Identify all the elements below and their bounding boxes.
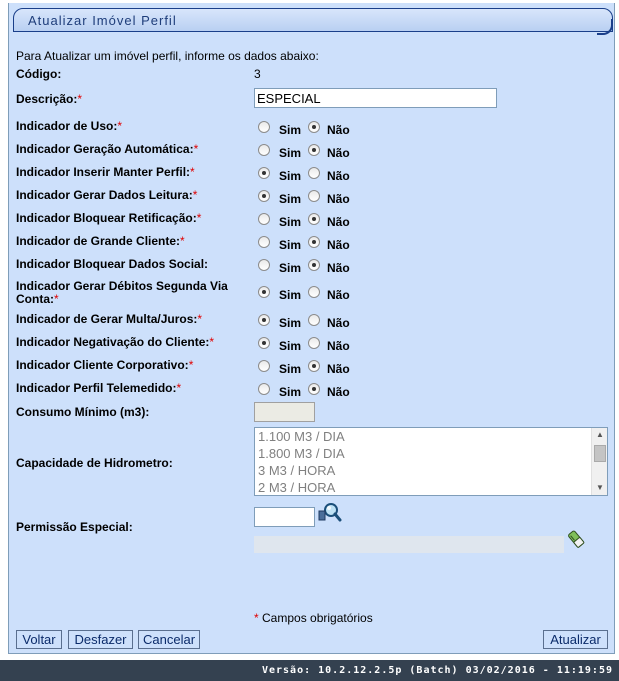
indicator-label: Indicador Gerar Débitos Segunda Via Conta… [16,279,228,306]
radio-sim-label[interactable]: Sim [279,123,301,137]
permissao-especial-input[interactable] [254,507,315,527]
radio-nao[interactable] [308,259,320,271]
indicator-label: Indicador de Uso:* [16,119,123,133]
radio-sim-label[interactable]: Sim [279,385,301,399]
capacidade-label: Capacidade de Hidrometro: [16,456,173,470]
indicator-label: Indicador Perfil Telemedido:* [16,381,182,395]
radio-nao[interactable] [308,144,320,156]
radio-nao-label[interactable]: Não [327,316,350,330]
indicator-label: Indicador Cliente Corporativo:* [16,358,194,372]
radio-nao-label[interactable]: Não [327,146,350,160]
radio-nao[interactable] [308,337,320,349]
consumo-minimo-input [254,402,315,422]
list-item[interactable]: 1.800 M3 / DIA [255,445,607,462]
radio-sim[interactable] [258,314,270,326]
radio-nao-label[interactable]: Não [327,123,350,137]
radio-sim-label[interactable]: Sim [279,316,301,330]
indicator-label: Indicador Geração Automática:* [16,142,199,156]
radio-sim[interactable] [258,259,270,271]
required-note: * Campos obrigatórios [254,611,373,625]
indicator-label: Indicador Bloquear Retificação:* [16,211,202,225]
radio-nao-label[interactable]: Não [327,169,350,183]
radio-nao-label[interactable]: Não [327,339,350,353]
magnifier-icon[interactable] [318,502,342,522]
indicator-label: Indicador de Gerar Multa/Juros:* [16,312,203,326]
descricao-label: Descrição:* [16,92,83,106]
codigo-value: 3 [254,67,261,81]
radio-nao-label[interactable]: Não [327,238,350,252]
radio-sim-label[interactable]: Sim [279,192,301,206]
list-item[interactable]: 3 M3 / HORA [255,462,607,479]
radio-sim[interactable] [258,213,270,225]
consumo-label: Consumo Mínimo (m3): [16,405,150,419]
radio-nao[interactable] [308,236,320,248]
scroll-down-icon[interactable]: ▼ [592,482,607,494]
radio-nao-label[interactable]: Não [327,215,350,229]
radio-nao-label[interactable]: Não [327,261,350,275]
indicator-label: Indicador Bloquear Dados Social: [16,257,209,271]
permissao-label: Permissão Especial: [16,520,133,534]
radio-nao[interactable] [308,167,320,179]
radio-sim-label[interactable]: Sim [279,261,301,275]
radio-sim-label[interactable]: Sim [279,146,301,160]
radio-sim[interactable] [258,190,270,202]
radio-sim[interactable] [258,167,270,179]
radio-sim[interactable] [258,383,270,395]
cancelar-button[interactable]: Cancelar [138,630,200,649]
indicator-label: Indicador Gerar Dados Leitura:* [16,188,198,202]
codigo-label: Código: [16,67,62,81]
indicator-label: Indicador de Grande Cliente:* [16,234,185,248]
radio-nao[interactable] [308,360,320,372]
form-title-bar: Atualizar Imóvel Perfil [13,8,613,35]
radio-nao[interactable] [308,121,320,133]
eraser-icon[interactable] [566,529,586,549]
list-item[interactable]: 1.100 M3 / DIA [255,428,607,445]
radio-nao[interactable] [308,314,320,326]
page-title: Atualizar Imóvel Perfil [28,13,177,28]
radio-sim[interactable] [258,121,270,133]
atualizar-button[interactable]: Atualizar [543,630,608,649]
permissao-descricao-field [254,536,564,553]
radio-sim-label[interactable]: Sim [279,339,301,353]
descricao-input[interactable] [254,88,497,108]
radio-sim[interactable] [258,236,270,248]
radio-nao[interactable] [308,190,320,202]
radio-nao[interactable] [308,383,320,395]
radio-nao-label[interactable]: Não [327,288,350,302]
list-scrollbar[interactable]: ▲ ▼ [591,428,607,495]
radio-nao[interactable] [308,213,320,225]
radio-sim[interactable] [258,286,270,298]
radio-nao[interactable] [308,286,320,298]
radio-nao-label[interactable]: Não [327,362,350,376]
radio-sim[interactable] [258,360,270,372]
radio-sim-label[interactable]: Sim [279,169,301,183]
desfazer-button[interactable]: Desfazer [68,630,133,649]
radio-sim-label[interactable]: Sim [279,362,301,376]
indicator-label: Indicador Negativação do Cliente:* [16,335,215,349]
indicator-label: Indicador Inserir Manter Perfil:* [16,165,195,179]
radio-sim[interactable] [258,337,270,349]
scroll-up-icon[interactable]: ▲ [592,429,607,441]
scroll-thumb[interactable] [594,445,606,462]
capacidade-hidrometro-list[interactable]: 1.100 M3 / DIA 1.800 M3 / DIA 3 M3 / HOR… [254,427,608,496]
radio-nao-label[interactable]: Não [327,385,350,399]
radio-nao-label[interactable]: Não [327,192,350,206]
intro-text: Para Atualizar um imóvel perfil, informe… [16,49,319,63]
radio-sim[interactable] [258,144,270,156]
radio-sim-label[interactable]: Sim [279,215,301,229]
list-item[interactable]: 2 M3 / HORA [255,479,607,495]
radio-sim-label[interactable]: Sim [279,288,301,302]
radio-sim-label[interactable]: Sim [279,238,301,252]
version-footer: Versão: 10.2.12.2.5p (Batch) 03/02/2016 … [0,660,619,681]
voltar-button[interactable]: Voltar [16,630,62,649]
